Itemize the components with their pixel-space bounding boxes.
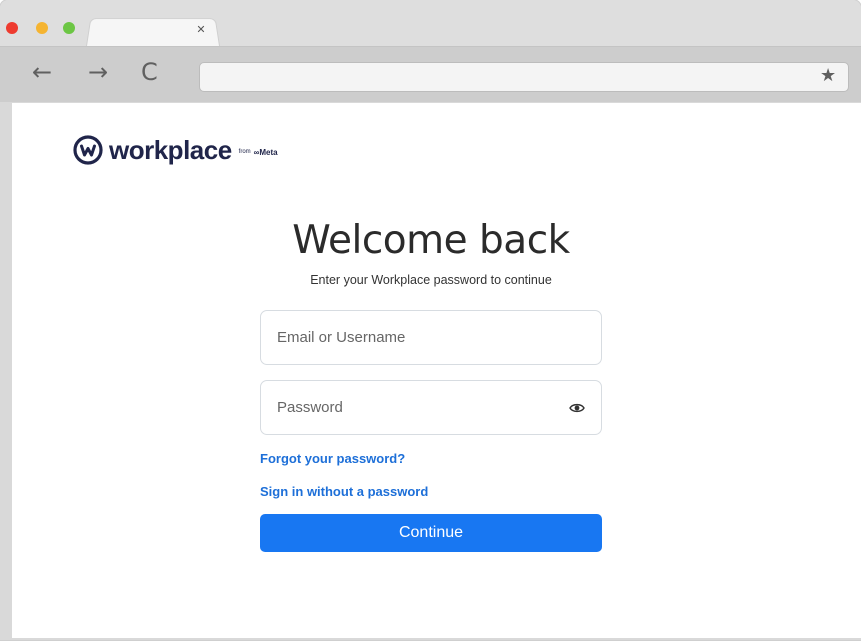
back-arrow-icon[interactable]: ← bbox=[32, 60, 52, 84]
workplace-logo[interactable]: workplace from ∞Meta bbox=[73, 135, 278, 165]
reload-icon[interactable]: C bbox=[141, 60, 158, 84]
tab-close-icon[interactable]: ✕ bbox=[194, 23, 208, 37]
maximize-window-button[interactable] bbox=[63, 22, 75, 34]
show-password-icon[interactable] bbox=[569, 400, 585, 416]
bookmark-star-icon[interactable]: ★ bbox=[820, 66, 836, 86]
forward-arrow-icon[interactable]: → bbox=[88, 60, 108, 84]
meta-label: ∞Meta bbox=[253, 147, 278, 157]
minimize-window-button[interactable] bbox=[36, 22, 48, 34]
email-placeholder: Email or Username bbox=[277, 329, 406, 346]
workplace-logo-icon bbox=[73, 135, 103, 165]
sign-in-without-password-link[interactable]: Sign in without a password bbox=[260, 484, 428, 500]
forgot-password-link[interactable]: Forgot your password? bbox=[260, 451, 405, 467]
page-subtitle: Enter your Workplace password to continu… bbox=[310, 273, 552, 287]
page-title: Welcome back bbox=[292, 218, 570, 263]
address-bar[interactable] bbox=[199, 62, 849, 92]
continue-button[interactable]: Continue bbox=[260, 514, 602, 552]
password-placeholder: Password bbox=[277, 399, 343, 416]
password-field[interactable]: Password bbox=[260, 380, 602, 435]
email-field[interactable]: Email or Username bbox=[260, 310, 602, 365]
page-content bbox=[12, 103, 861, 638]
from-label: from bbox=[238, 149, 251, 155]
workplace-wordmark: workplace bbox=[109, 135, 232, 165]
close-window-button[interactable] bbox=[6, 22, 18, 34]
